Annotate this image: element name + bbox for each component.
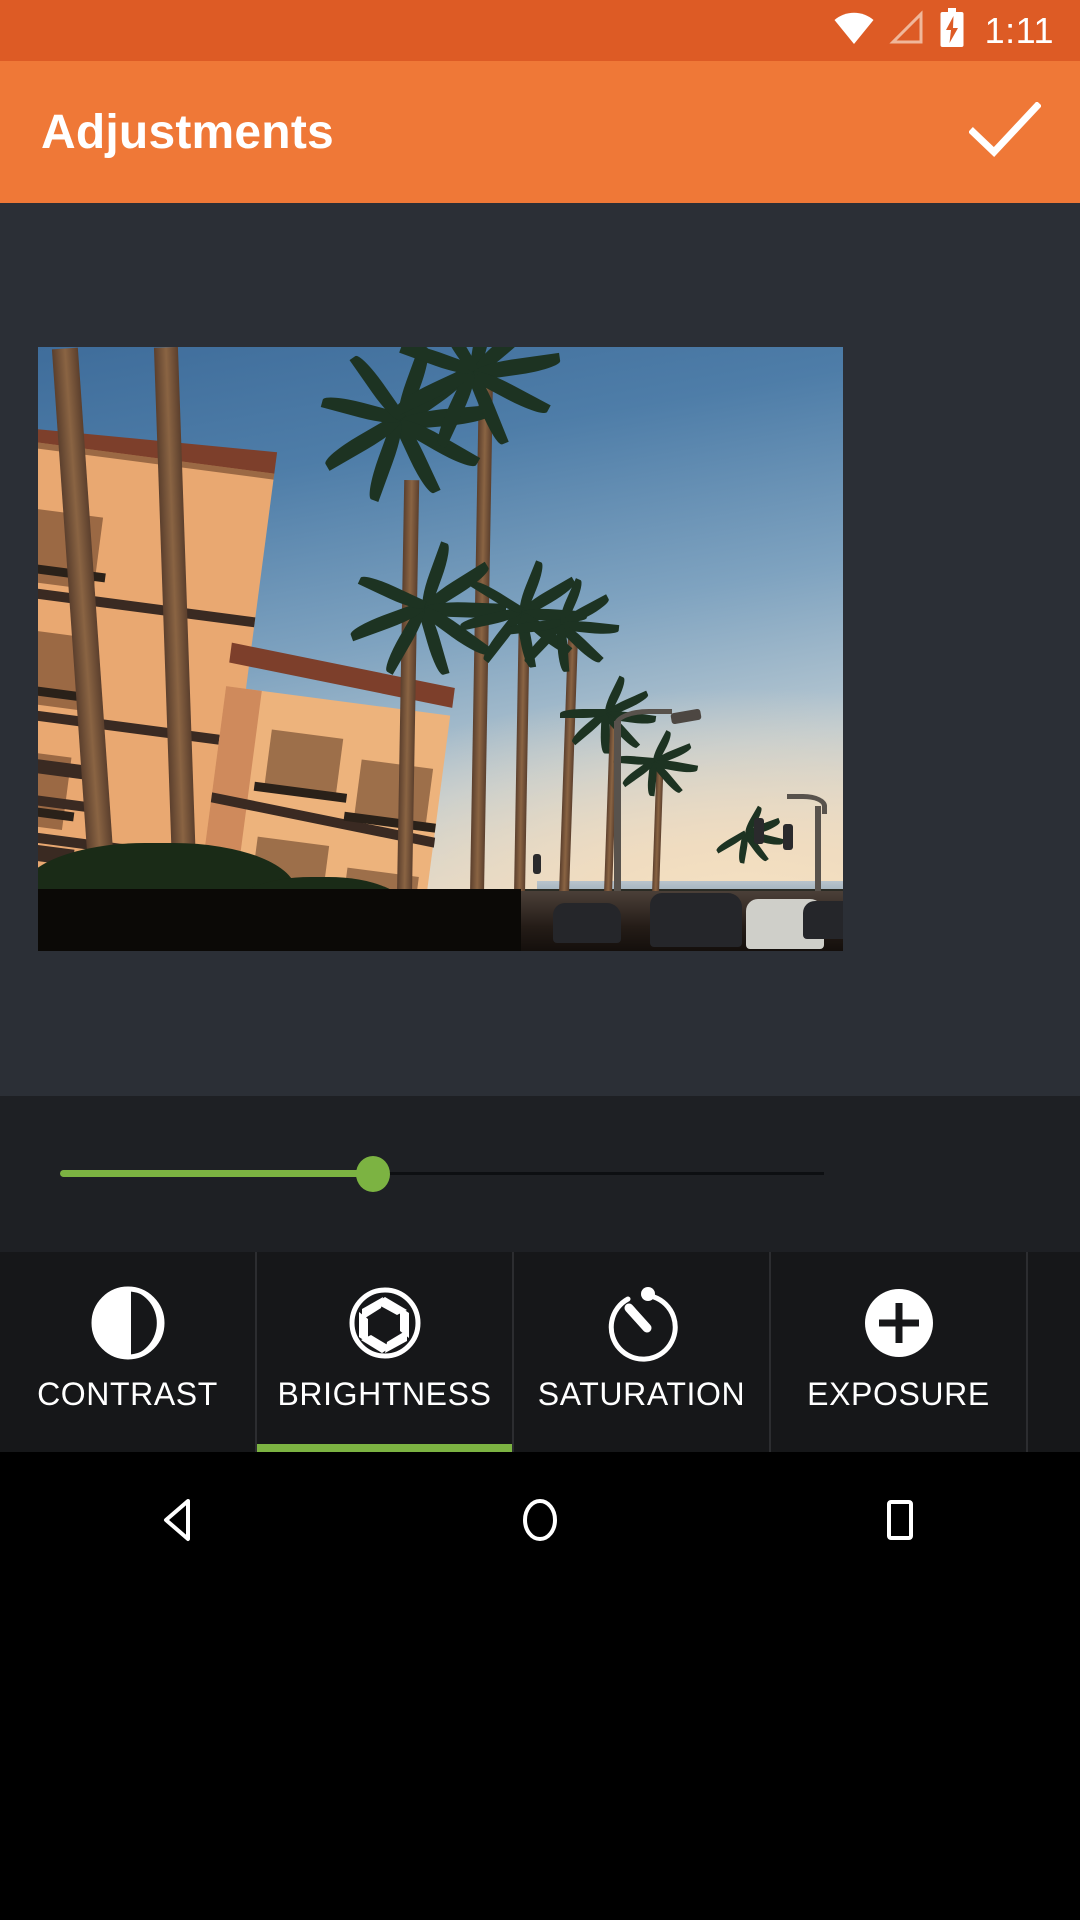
street-lamp-arm (614, 709, 673, 736)
tab-label: CONTRAST (37, 1376, 218, 1412)
app-screen: 1:11 Adjustments CONTRAST BRIGHTNESS SAT… (0, 0, 1080, 1920)
tab-label: BRIGHTNESS (277, 1376, 492, 1412)
done-button[interactable] (930, 61, 1080, 203)
tab-label: EXPOSURE (807, 1376, 990, 1412)
tab-contrast[interactable]: CONTRAST (0, 1252, 257, 1452)
slider-thumb[interactable] (356, 1156, 391, 1192)
timer-icon (602, 1280, 682, 1366)
active-tab-indicator (257, 1444, 512, 1452)
contrast-icon (88, 1280, 168, 1366)
status-bar: 1:11 (0, 0, 1080, 61)
traffic-signal (533, 854, 542, 875)
photo-preview[interactable] (38, 347, 843, 951)
circle-icon (512, 1492, 568, 1553)
plus-circle-icon (859, 1280, 939, 1366)
street-lamp-arm (786, 793, 827, 814)
parked-car (553, 903, 622, 943)
tab-label: SATURATION (537, 1376, 746, 1412)
parked-car (649, 893, 742, 947)
triangle-left-icon (152, 1492, 208, 1553)
cell-signal-icon (888, 10, 925, 51)
recents-button[interactable] (820, 1452, 980, 1592)
back-button[interactable] (100, 1452, 260, 1592)
app-bar: Adjustments (0, 61, 1080, 203)
slider-panel (0, 1096, 1080, 1252)
page-title: Adjustments (41, 105, 334, 159)
photo-canvas (0, 203, 1080, 1096)
street-lamp-post (614, 721, 622, 903)
slider-fill (60, 1170, 374, 1177)
traffic-signal (782, 824, 793, 851)
adjustment-tab-bar: CONTRAST BRIGHTNESS SATURATION EXPOSURE (0, 1252, 1080, 1452)
traffic-signal (754, 818, 765, 845)
tab-brightness[interactable]: BRIGHTNESS (257, 1252, 514, 1452)
aperture-icon (345, 1280, 425, 1366)
tab-exposure[interactable]: EXPOSURE (771, 1252, 1028, 1452)
tab-saturation[interactable]: SATURATION (514, 1252, 771, 1452)
wifi-icon (833, 10, 875, 51)
system-navigation-bar (0, 1452, 1080, 1920)
status-bar-clock: 1:11 (984, 9, 1054, 51)
check-icon (968, 100, 1042, 163)
foreground-shadow (38, 889, 521, 951)
brightness-slider[interactable] (0, 1096, 1080, 1252)
square-icon (872, 1492, 928, 1553)
parked-car (802, 901, 843, 939)
battery-charging-icon (939, 8, 965, 53)
edited-photo-image (38, 347, 843, 951)
home-button[interactable] (460, 1452, 620, 1592)
